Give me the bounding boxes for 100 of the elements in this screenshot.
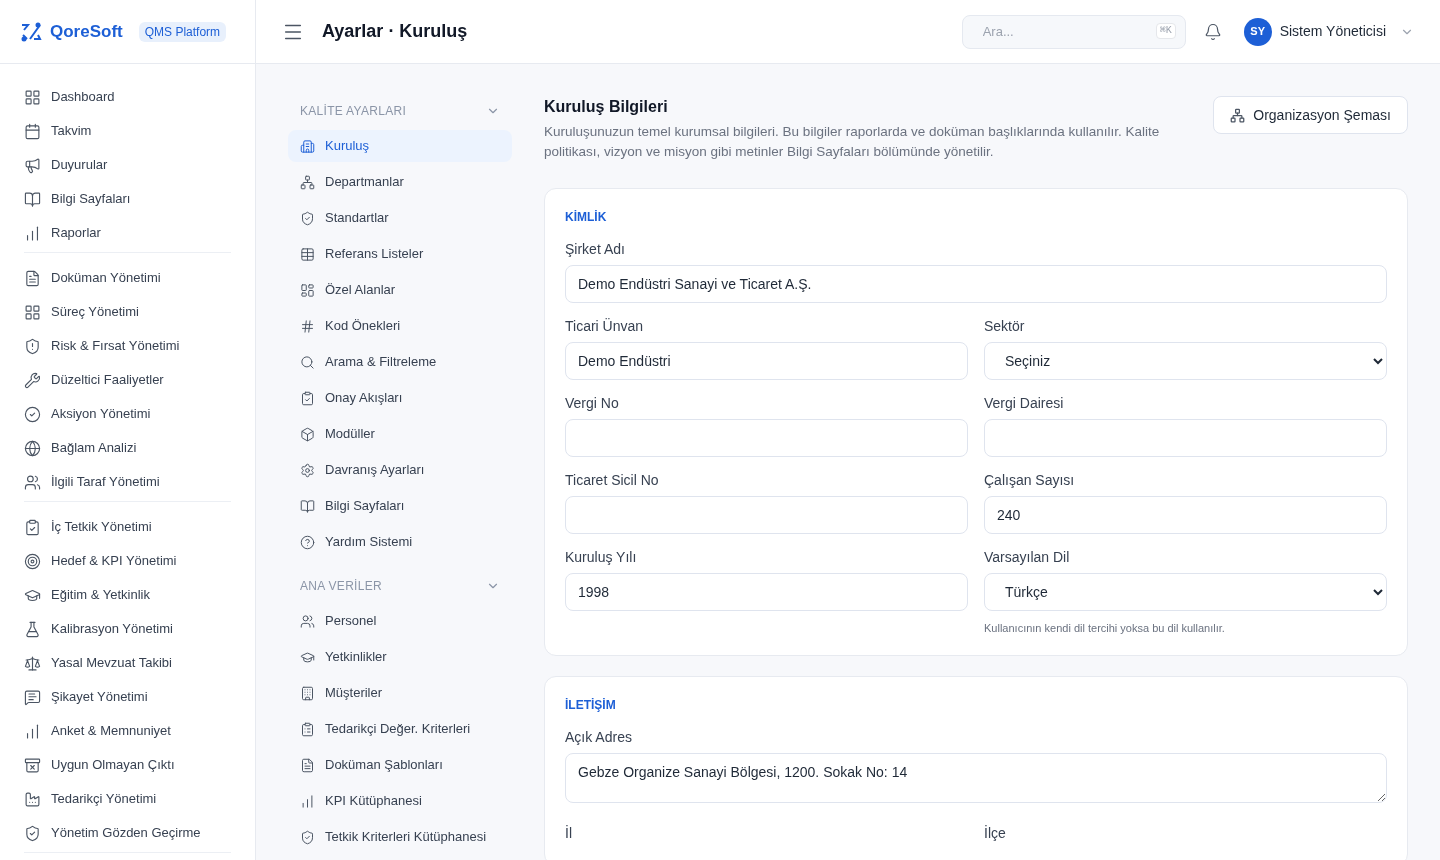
sidebar-item[interactable]: Duyurular	[24, 148, 231, 182]
text-field[interactable]	[984, 419, 1387, 457]
platform-badge: QMS Platform	[138, 21, 227, 42]
sidebar-item[interactable]: Hedef & KPI Yönetimi	[24, 544, 231, 578]
megaphone-icon	[24, 156, 41, 174]
textarea-field[interactable]: Gebze Organize Sanayi Bölgesi, 1200. Sokak No: 14	[565, 753, 1387, 803]
select-field[interactable]: Seçiniz	[984, 342, 1387, 380]
user-avatar: SY	[1243, 17, 1272, 46]
settings-nav-item[interactable]: Onay Akışları	[288, 382, 512, 414]
sidebar-item[interactable]: Düzeltici Faaliyetler	[24, 363, 231, 397]
org-chart-button[interactable]: Organizasyon Şeması	[1213, 96, 1408, 134]
flask-icon	[24, 620, 41, 638]
text-field[interactable]: 240	[984, 496, 1387, 534]
settings-nav-item[interactable]: Arama & Filtreleme	[288, 346, 512, 378]
field-label: Vergi No	[565, 395, 619, 411]
settings-nav-item[interactable]: Standartlar	[288, 202, 512, 234]
user-menu[interactable]: SY Sistem Yöneticisi	[1243, 17, 1414, 46]
settings-nav-item[interactable]: Davranış Ayarları	[288, 454, 512, 486]
check-circle-icon	[24, 405, 41, 423]
section-description: Kuruluşunuzun temel kurumsal bilgileri. Bu bilgiler raporlarda ve doküman başlıklarında kullanılır. Kalite politikası, vizyon ve misyon gibi metinler Bilgi Sayfaları bölümünde yönetilir.	[544, 123, 1161, 161]
building-icon	[300, 138, 315, 154]
field-hint: Kullanıcının kendi dil tercihi yoksa bu dil kullanılır.	[984, 622, 1225, 634]
field-label: İlçe	[984, 825, 1006, 841]
notification-bell-icon[interactable]	[1203, 22, 1222, 41]
select-field[interactable]: Türkçe	[984, 573, 1387, 611]
sidebar-item[interactable]: Bağlam Analizi	[24, 431, 231, 465]
settings-nav-item[interactable]: Referans Listeler	[288, 238, 512, 270]
graduation-cap-icon	[300, 649, 315, 665]
text-field[interactable]: Demo Endüstri	[565, 342, 968, 380]
sidebar-item[interactable]: Anket & Memnuniyet	[24, 714, 231, 748]
grid-icon	[300, 282, 315, 298]
sidebar-item[interactable]: İç Tetkik Yönetimi	[24, 510, 231, 544]
calendar-icon	[24, 122, 41, 140]
settings-nav-item[interactable]: KPI Kütüphanesi	[288, 785, 512, 817]
sidebar-item[interactable]: Süreç Yönetimi	[24, 295, 231, 329]
book-icon	[300, 498, 315, 514]
sidebar-item[interactable]: Takvim	[24, 114, 231, 148]
sidebar-item[interactable]: Dashboard	[24, 80, 231, 114]
target-icon	[24, 552, 41, 570]
box-icon	[300, 426, 315, 442]
hash-icon	[300, 318, 315, 334]
settings-nav-item[interactable]: Kod Önekleri	[288, 310, 512, 342]
wrench-icon	[24, 371, 41, 389]
settings-nav-item[interactable]: Departmanlar	[288, 166, 512, 198]
sidebar-item[interactable]: Eğitim & Yetkinlik	[24, 578, 231, 612]
sidebar-item[interactable]: Risk & Fırsat Yönetimi	[24, 329, 231, 363]
settings-nav-item[interactable]: Personel	[288, 605, 512, 637]
card-heading: KİMLİK	[565, 210, 607, 224]
grid-icon	[24, 88, 41, 106]
text-field[interactable]: Demo Endüstri Sanayi ve Ticaret A.Ş.	[565, 265, 1387, 303]
sidebar-item[interactable]: Aksiyon Yönetimi	[24, 397, 231, 431]
globe-icon	[24, 439, 41, 457]
hierarchy-icon	[1230, 107, 1246, 123]
book-icon	[24, 190, 41, 208]
sidebar-item[interactable]: İlgili Taraf Yönetimi	[24, 465, 231, 499]
bar-chart-icon	[24, 224, 41, 242]
text-field[interactable]: 1998	[565, 573, 968, 611]
text-field[interactable]	[565, 496, 968, 534]
users-icon	[300, 613, 315, 629]
sidebar-item[interactable]: Kalibrasyon Yönetimi	[24, 612, 231, 646]
sidebar-item[interactable]: Tedarikçi Yönetimi	[24, 782, 231, 816]
settings-nav-item[interactable]: Tedarikçi Değer. Kriterleri	[288, 713, 512, 745]
scale-icon	[24, 654, 41, 672]
settings-nav-item[interactable]: Müşteriler	[288, 677, 512, 709]
sidebar-item[interactable]: Bilgi Sayfaları	[24, 182, 231, 216]
brand-name: QoreSoft	[50, 20, 123, 43]
settings-nav-item[interactable]: Kuruluş	[288, 130, 512, 162]
settings-nav-item[interactable]: Özel Alanlar	[288, 274, 512, 306]
sidebar-item[interactable]: Şikayet Yönetimi	[24, 680, 231, 714]
sidebar-item[interactable]: Yasal Mevzuat Takibi	[24, 646, 231, 680]
shield-check-icon	[300, 829, 315, 845]
settings-nav-item[interactable]: Tetkik Kriterleri Kütüphanesi	[288, 821, 512, 853]
hierarchy-icon	[300, 174, 315, 190]
field-label: İl	[565, 825, 572, 841]
clipboard-list-icon	[300, 721, 315, 737]
shield-check-icon	[24, 824, 41, 842]
settings-nav-item[interactable]: Yetkinlikler	[288, 641, 512, 673]
settings-nav-item[interactable]: Bilgi Sayfaları	[288, 490, 512, 522]
bar-chart-icon	[24, 722, 41, 740]
table-icon	[300, 246, 315, 262]
settings-nav-item[interactable]: Yardım Sistemi	[288, 526, 512, 558]
search-icon	[300, 354, 315, 370]
settings-nav-item[interactable]: Modüller	[288, 418, 512, 450]
sidebar-item[interactable]: Yönetim Gözden Geçirme	[24, 816, 231, 850]
grid-icon	[24, 303, 41, 321]
message-icon	[24, 688, 41, 706]
field-label: Açık Adres	[565, 729, 632, 745]
settings-icon	[300, 462, 315, 478]
sidebar-item[interactable]: Raporlar	[24, 216, 231, 250]
field-label: Çalışan Sayısı	[984, 472, 1075, 488]
sidebar-item[interactable]: Doküman Yönetimi	[24, 261, 231, 295]
help-icon	[300, 534, 315, 550]
logo-icon	[20, 20, 42, 43]
section-title: Kuruluş Bilgileri	[544, 97, 669, 117]
card-heading: İLETİŞİM	[565, 698, 616, 712]
clipboard-check-icon	[300, 390, 315, 406]
text-field[interactable]	[565, 419, 968, 457]
building-icon	[300, 685, 315, 701]
sidebar-item[interactable]: Uygun Olmayan Çıktı	[24, 748, 231, 782]
settings-nav-item[interactable]: Doküman Şablonları	[288, 749, 512, 781]
